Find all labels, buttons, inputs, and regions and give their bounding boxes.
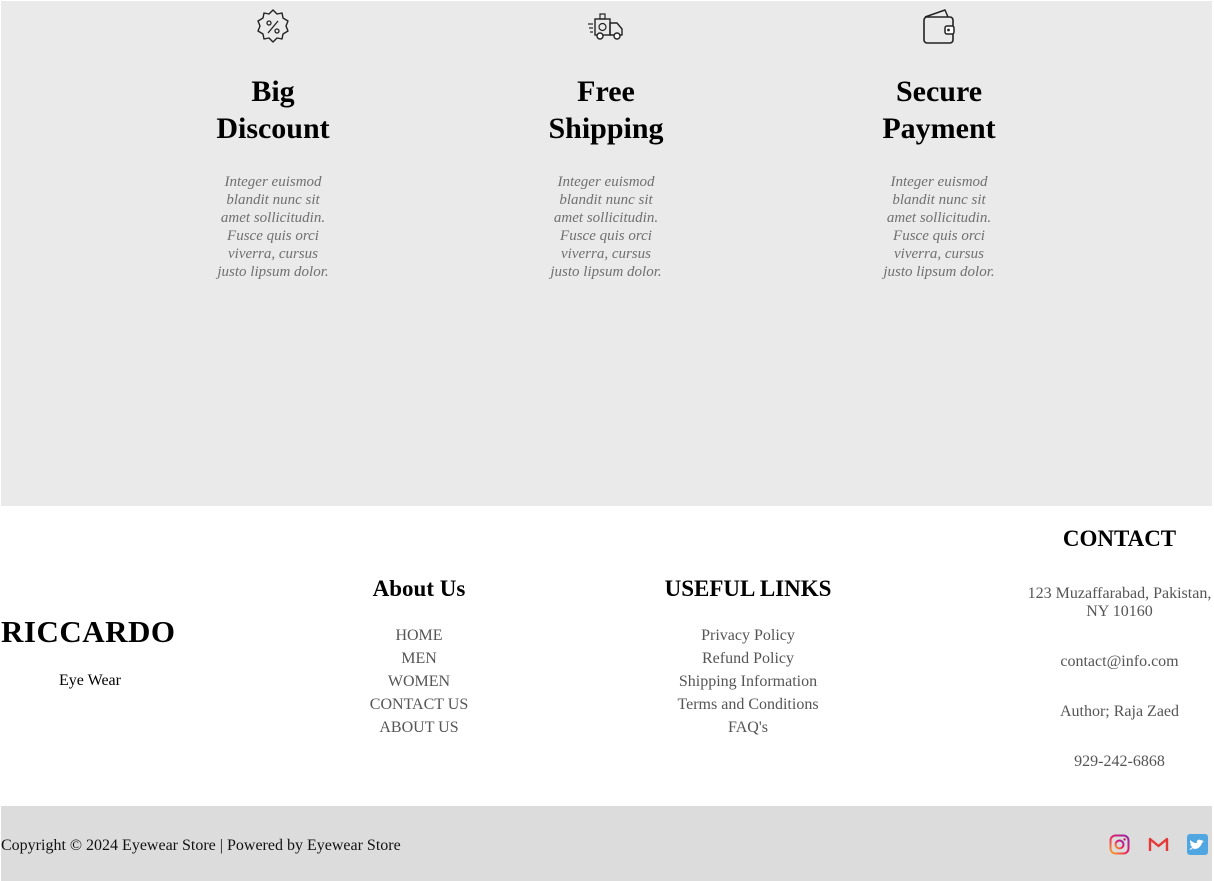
contact-author: Author; Raja Zaed xyxy=(1059,703,1180,720)
feature-description: Integer euismod blandit nunc sit amet so… xyxy=(883,174,995,280)
footer-link-terms[interactable]: Terms and Conditions xyxy=(648,693,848,716)
footer-contact-column: CONTACT 123 Muzaffarabad, Pakistan, NY 10… xyxy=(1025,526,1214,771)
delivery-truck-icon xyxy=(588,13,623,40)
feature-title: Secure Payment xyxy=(882,75,996,145)
footer-useful-links-column: USEFUL LINKS Privacy Policy Refund Polic… xyxy=(648,576,848,739)
footer-link-faqs[interactable]: FAQ's xyxy=(648,716,848,739)
footer-link-women[interactable]: WOMEN xyxy=(319,670,519,693)
feature-description: Integer euismod blandit nunc sit amet so… xyxy=(550,174,662,280)
useful-links: Privacy Policy Refund Policy Shipping In… xyxy=(648,624,848,739)
footer-link-home[interactable]: HOME xyxy=(319,624,519,647)
discount-badge-icon xyxy=(257,9,289,43)
contact-address: 123 Muzaffarabad, Pakistan, NY 10160 xyxy=(1027,585,1212,620)
instagram-icon[interactable] xyxy=(1109,834,1130,855)
footer-link-shipping-information[interactable]: Shipping Information xyxy=(648,670,848,693)
feature-title: Big Discount xyxy=(216,75,330,145)
footer-link-refund-policy[interactable]: Refund Policy xyxy=(648,647,848,670)
about-heading: About Us xyxy=(372,576,466,601)
feature-description: Integer euismod blandit nunc sit amet so… xyxy=(217,174,329,280)
gmail-icon[interactable] xyxy=(1148,834,1169,855)
footer-about-column: About Us HOME MEN WOMEN CONTACT US ABOUT… xyxy=(319,576,519,739)
twitter-icon[interactable] xyxy=(1187,834,1208,855)
brand-tagline: Eye Wear xyxy=(59,672,121,689)
contact-heading: CONTACT xyxy=(1062,526,1177,551)
feature-secure-payment: Secure Payment Integer euismod blandit nu… xyxy=(839,1,1039,281)
footer-link-contact-us[interactable]: CONTACT US xyxy=(319,693,519,716)
site-footer: RICCARDO Eye Wear About Us HOME MEN WOME… xyxy=(0,506,1214,806)
about-links: HOME MEN WOMEN CONTACT US ABOUT US xyxy=(319,624,519,739)
footer-link-men[interactable]: MEN xyxy=(319,647,519,670)
contact-phone[interactable]: 929-242-6868 xyxy=(1025,753,1214,771)
useful-links-heading: USEFUL LINKS xyxy=(664,576,832,601)
copyright-text: Copyright © 2024 Eyewear Store | Powered… xyxy=(1,837,401,854)
footer-brand: RICCARDO Eye Wear xyxy=(1,614,179,690)
features-section: Big Discount Integer euismod blandit nunc… xyxy=(1,1,1212,506)
feature-free-shipping: Free Shipping Integer euismod blandit nun… xyxy=(506,1,706,281)
wallet-icon xyxy=(923,9,955,44)
copyright-bar: Copyright © 2024 Eyewear Store | Powered… xyxy=(1,806,1212,881)
feature-big-discount: Big Discount Integer euismod blandit nunc… xyxy=(173,1,373,281)
footer-link-privacy-policy[interactable]: Privacy Policy xyxy=(648,624,848,647)
brand-name: RICCARDO xyxy=(1,614,176,649)
footer-link-about-us[interactable]: ABOUT US xyxy=(319,716,519,739)
contact-email[interactable]: contact@info.com xyxy=(1025,653,1214,671)
feature-title: Free Shipping xyxy=(548,75,664,145)
social-links xyxy=(1109,834,1208,855)
